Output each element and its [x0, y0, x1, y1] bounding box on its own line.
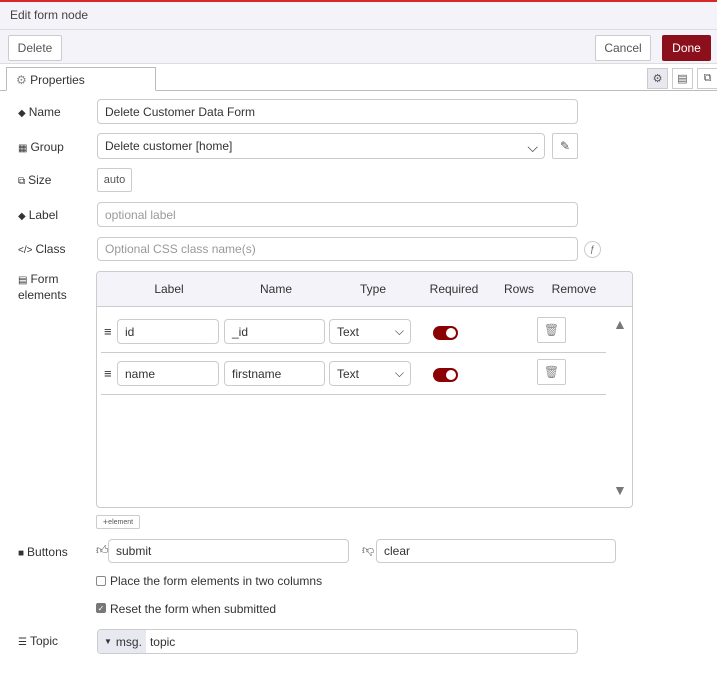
name-label: ◆ Name — [18, 105, 61, 119]
class-option-icon[interactable]: ƒ — [584, 241, 601, 258]
row-divider — [101, 394, 606, 395]
list-icon: ☰ — [18, 637, 27, 648]
tab-label: Properties — [30, 73, 85, 87]
label-input[interactable]: optional label — [97, 202, 578, 227]
dialog-title: Edit form node — [0, 2, 717, 30]
tab-bar: ⚙ Properties ⚙ ▤ ⧉ — [0, 64, 717, 91]
chevron-down-icon: ⌵ — [527, 139, 538, 155]
thumbs-up-icon: 👍︎ — [96, 543, 109, 557]
element-type-select[interactable]: Text ⌵ — [329, 361, 411, 386]
pencil-icon: ✎ — [559, 139, 571, 153]
delete-button[interactable]: Delete — [8, 35, 62, 61]
form-elements-table: Label Name Type Required Rows Remove ≡ i… — [96, 271, 633, 508]
done-button[interactable]: Done — [662, 35, 711, 61]
table-header: Label Name Type Required Rows Remove — [97, 272, 632, 307]
drag-handle-icon[interactable]: ≡ — [104, 324, 112, 339]
header-required: Required — [429, 282, 479, 296]
header-label: Label — [154, 282, 184, 296]
header-rows: Rows — [503, 282, 535, 296]
label-label: ◆ Label — [18, 208, 59, 222]
clear-button-input[interactable]: clear — [376, 539, 616, 563]
tab-properties[interactable]: ⚙ Properties — [6, 67, 156, 91]
class-input[interactable]: Optional CSS class name(s) — [97, 237, 578, 261]
form-elements-label: ▤ Form elements — [18, 272, 67, 302]
remove-button[interactable]: 🗑 — [537, 317, 566, 343]
toolbar: Delete Cancel Done — [0, 30, 717, 64]
topic-label: ☰ Topic — [18, 634, 58, 648]
chevron-down-icon: ⌵ — [394, 324, 404, 338]
group-label: ▦ Group — [18, 140, 64, 154]
reset-label: Reset the form when submitted — [110, 602, 277, 616]
submit-button-input[interactable]: submit — [108, 539, 349, 563]
element-name-input[interactable]: firstname — [224, 361, 325, 386]
size-button[interactable]: auto — [97, 168, 132, 192]
element-label-input[interactable]: id — [117, 319, 219, 344]
chevron-down-icon: ⌵ — [394, 366, 404, 380]
table-icon: ▦ — [18, 143, 28, 154]
cancel-button[interactable]: Cancel — [595, 35, 651, 61]
resize-icon: ⧉ — [18, 176, 26, 187]
two-columns-label: Place the form elements in two columns — [110, 574, 323, 588]
topic-value: topic — [149, 634, 176, 649]
scroll-up-arrow[interactable]: ▲ — [613, 316, 627, 332]
group-select[interactable]: Delete customer [home] ⌵ — [97, 133, 545, 159]
trash-icon: 🗑 — [543, 323, 560, 337]
element-type-select[interactable]: Text ⌵ — [329, 319, 411, 344]
remove-button[interactable]: 🗑 — [537, 359, 566, 385]
thumbs-down-icon: 👎︎ — [362, 543, 375, 557]
class-label: </> Class — [18, 242, 66, 256]
topic-input[interactable]: ▼ msg. topic — [97, 629, 578, 654]
tag-icon: ◆ — [18, 108, 26, 119]
size-label: ⧉ Size — [18, 173, 52, 187]
edit-group-button[interactable]: ✎ — [552, 133, 578, 159]
element-label-input[interactable]: name — [117, 361, 219, 386]
gear-icon[interactable]: ⚙ — [647, 68, 668, 89]
drag-handle-icon[interactable]: ≡ — [104, 366, 112, 381]
element-name-input[interactable]: _id — [224, 319, 325, 344]
square-icon: ■ — [18, 548, 25, 559]
header-name: Name — [259, 282, 293, 296]
gear-icon: ⚙ — [16, 73, 27, 87]
document-icon[interactable]: ▤ — [672, 68, 693, 89]
caret-down-icon: ▼ — [104, 637, 112, 646]
required-toggle[interactable] — [433, 326, 458, 340]
row-divider — [101, 352, 606, 353]
code-icon: </> — [18, 245, 33, 256]
list-icon: ▤ — [18, 275, 28, 286]
two-columns-checkbox[interactable] — [96, 576, 106, 586]
header-type: Type — [359, 282, 387, 296]
topic-type-selector[interactable]: ▼ msg. — [98, 630, 146, 653]
reset-checkbox[interactable]: ✓ — [96, 603, 106, 613]
scroll-down-arrow[interactable]: ▼ — [613, 482, 627, 498]
tag-icon: ◆ — [18, 211, 26, 222]
name-input[interactable]: Delete Customer Data Form — [97, 99, 578, 124]
header-remove: Remove — [551, 282, 597, 296]
add-element-button[interactable]: + element — [96, 515, 140, 529]
frame-icon[interactable]: ⧉ — [697, 68, 717, 89]
buttons-label: ■ Buttons — [18, 545, 68, 559]
trash-icon: 🗑 — [543, 365, 560, 379]
required-toggle[interactable] — [433, 368, 458, 382]
